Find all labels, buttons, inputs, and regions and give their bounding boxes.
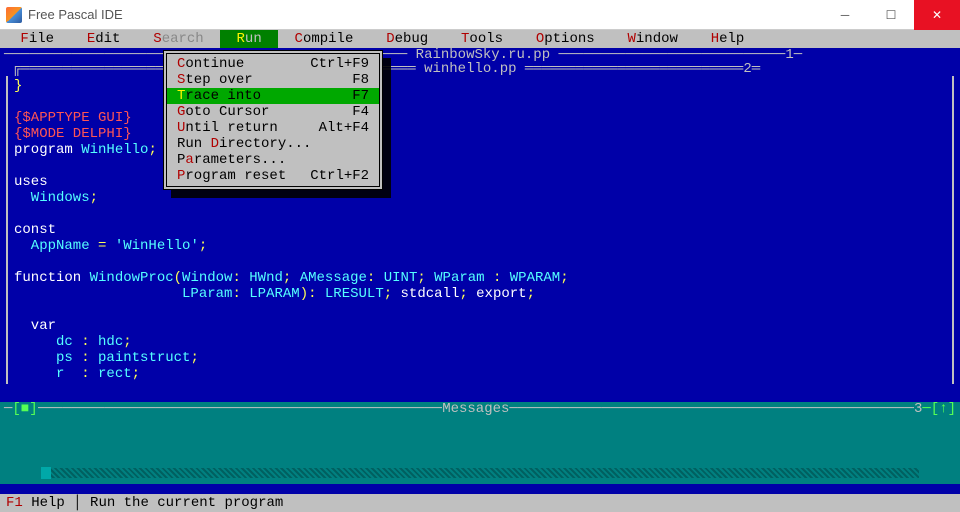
run-menu-dropdown: ContinueCtrl+F9Step overF8Trace intoF7Go… [163, 50, 383, 190]
code-line[interactable]: const [14, 222, 946, 238]
code-line[interactable]: uses [14, 174, 946, 190]
messages-up-icon[interactable]: ─[↑] [922, 402, 956, 416]
code-editor[interactable]: } {$APPTYPE GUI}{$MODE DELPHI}program Wi… [8, 76, 952, 384]
run-menu-item[interactable]: Parameters... [167, 152, 379, 168]
messages-titlebar: ─[■]────────────────────────────────────… [0, 402, 960, 416]
code-line[interactable]: program WinHello; [14, 142, 946, 158]
window-titlebar: Free Pascal IDE ─ ☐ ✕ [0, 0, 960, 30]
maximize-button[interactable]: ☐ [868, 0, 914, 30]
code-line[interactable]: {$APPTYPE GUI} [14, 110, 946, 126]
menu-file[interactable]: File [4, 30, 70, 48]
messages-scroll-track[interactable] [41, 468, 919, 478]
menu-help[interactable]: Help [694, 30, 760, 48]
menu-options[interactable]: Options [519, 30, 611, 48]
active-tab-num: 2 [743, 62, 751, 76]
run-menu-item[interactable]: Step overF8 [167, 72, 379, 88]
app-icon [6, 7, 22, 23]
menu-run[interactable]: Run [220, 30, 278, 48]
background-tab-label[interactable]: RainbowSky.ru.pp [416, 48, 550, 62]
status-help[interactable]: Help [23, 495, 73, 511]
menu-window[interactable]: Window [611, 30, 694, 48]
minimize-button[interactable]: ─ [822, 0, 868, 30]
menu-tools[interactable]: Tools [445, 30, 520, 48]
code-line[interactable]: dc : hdc; [14, 334, 946, 350]
code-line[interactable] [14, 158, 946, 174]
run-menu-item[interactable]: ContinueCtrl+F9 [167, 56, 379, 72]
code-line[interactable] [14, 94, 946, 110]
status-f1-key[interactable]: F1 [6, 495, 23, 511]
code-line[interactable]: } [14, 78, 946, 94]
messages-close-icon[interactable]: [■] [12, 402, 37, 416]
messages-scroll-thumb[interactable] [41, 467, 51, 479]
run-menu-item[interactable]: Program resetCtrl+F2 [167, 168, 379, 184]
run-menu-item[interactable]: Run Directory... [167, 136, 379, 152]
messages-title: Messages [442, 402, 509, 416]
background-tab-num: 1 [785, 48, 793, 62]
code-line[interactable]: function WindowProc(Window: HWnd; AMessa… [14, 270, 946, 286]
code-line[interactable]: var [14, 318, 946, 334]
window-title: Free Pascal IDE [28, 7, 123, 22]
code-line[interactable] [14, 254, 946, 270]
editor-frame: } {$APPTYPE GUI}{$MODE DELPHI}program Wi… [6, 76, 954, 384]
code-line[interactable]: AppName = 'WinHello'; [14, 238, 946, 254]
menu-search[interactable]: Search [137, 30, 220, 48]
active-tab-label[interactable]: winhello.pp [424, 62, 516, 76]
run-menu-item[interactable]: Trace intoF7 [167, 88, 379, 104]
window-buttons: ─ ☐ ✕ [822, 0, 960, 30]
statusbar: F1 Help │ Run the current program [0, 494, 960, 512]
menu-edit[interactable]: Edit [70, 30, 136, 48]
messages-panel: ─[■]────────────────────────────────────… [0, 402, 960, 484]
messages-scrollbar: ── ── [0, 466, 960, 480]
menu-compile[interactable]: Compile [278, 30, 370, 48]
code-line[interactable]: r : rect; [14, 366, 946, 382]
code-line[interactable]: Windows; [14, 190, 946, 206]
code-line[interactable] [14, 302, 946, 318]
workspace: ────────────────────────────────────────… [0, 48, 960, 494]
status-separator: │ [73, 495, 90, 511]
code-line[interactable]: LParam: LPARAM): LRESULT; stdcall; expor… [14, 286, 946, 302]
messages-body[interactable] [0, 416, 960, 466]
run-menu-item[interactable]: Until returnAlt+F4 [167, 120, 379, 136]
run-menu-item[interactable]: Goto CursorF4 [167, 104, 379, 120]
status-hint: Run the current program [90, 495, 283, 511]
menubar: File Edit Search Run Compile Debug Tools… [0, 30, 960, 48]
background-tab-line: ────────────────────────────────────────… [0, 48, 960, 62]
code-line[interactable] [14, 206, 946, 222]
code-line[interactable]: ps : paintstruct; [14, 350, 946, 366]
menu-debug[interactable]: Debug [370, 30, 445, 48]
code-line[interactable]: {$MODE DELPHI} [14, 126, 946, 142]
close-button[interactable]: ✕ [914, 0, 960, 30]
active-tab-line: ╔═══════════════════════════════════════… [0, 62, 960, 76]
